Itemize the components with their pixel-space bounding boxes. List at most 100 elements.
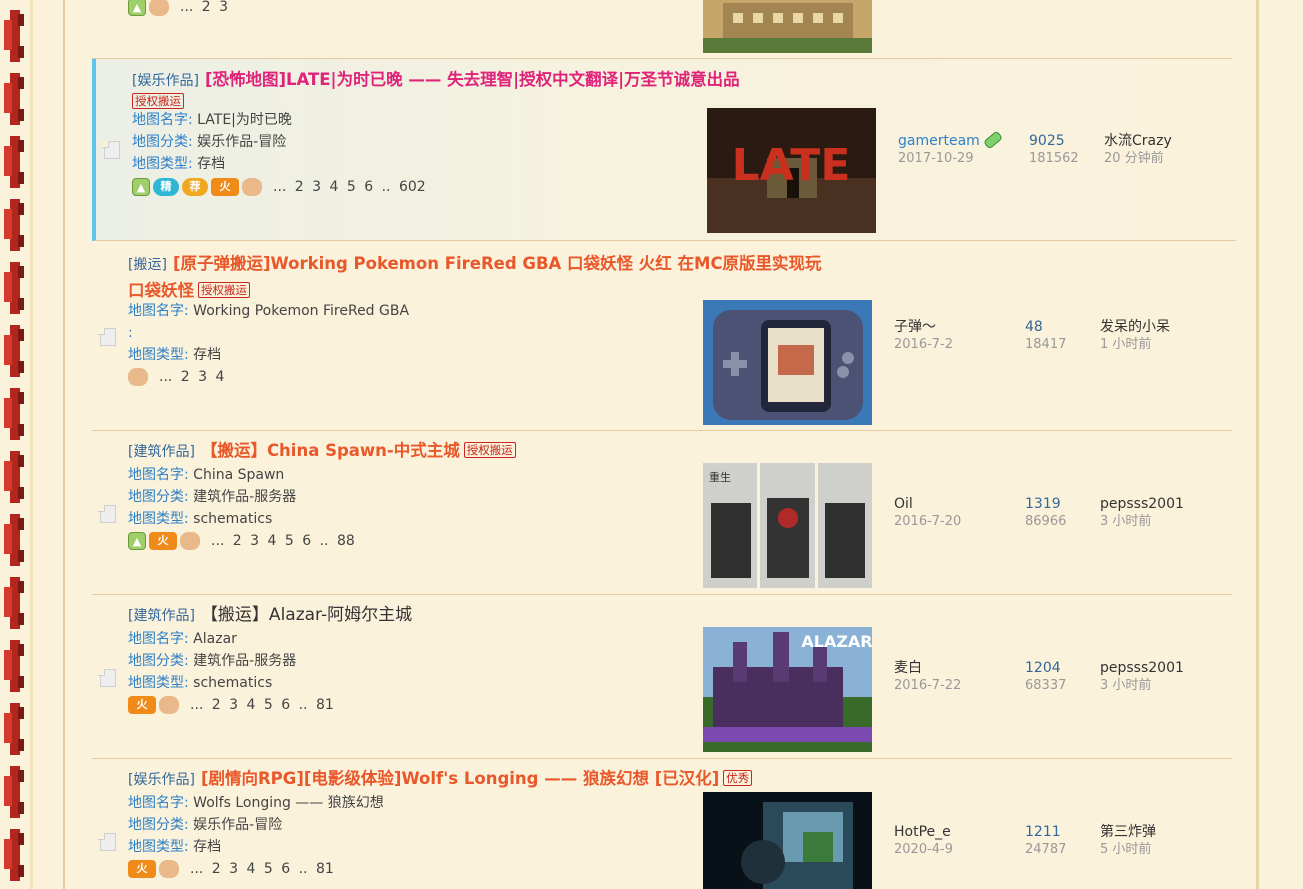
last-reply-time[interactable]: 20 分钟前 bbox=[1104, 150, 1172, 167]
thread-title-link[interactable]: [原子弹搬运]Working Pokemon FireRed GBA 口袋妖怪 … bbox=[173, 254, 822, 273]
thread-title-link[interactable]: 【搬运】China Spawn-中式主城 bbox=[201, 441, 460, 460]
decorative-band bbox=[4, 703, 24, 755]
field-key: 地图类型 bbox=[128, 347, 184, 363]
thread-title-line: [搬运] [原子弹搬运]Working Pokemon FireRed GBA 口… bbox=[128, 251, 858, 305]
decorative-band bbox=[4, 829, 24, 881]
thread-thumbnail[interactable]: LATE bbox=[707, 108, 876, 233]
last-reply-user[interactable]: 水流Crazy bbox=[1104, 133, 1172, 150]
author-link[interactable]: 麦白 bbox=[894, 660, 961, 677]
reply-count[interactable]: 1204 bbox=[1025, 660, 1066, 677]
view-count: 181562 bbox=[1029, 151, 1079, 166]
thread-meta: 地图名字: Working Pokemon FireRed GBA : 地图类型… bbox=[128, 303, 410, 363]
thread-title-link[interactable]: 口袋妖怪 bbox=[128, 281, 194, 300]
author-link[interactable]: gamerteam bbox=[898, 133, 980, 149]
decorative-band bbox=[4, 199, 24, 251]
view-count: 68337 bbox=[1025, 678, 1067, 693]
field-key: 地图类型 bbox=[128, 675, 184, 691]
thread-category-link[interactable]: [搬运] bbox=[128, 257, 167, 273]
decorative-band bbox=[4, 10, 24, 62]
decorative-band bbox=[4, 262, 24, 314]
field-value: 娱乐作品-冒险 bbox=[197, 134, 287, 150]
last-reply-user[interactable]: 发呆的小呆 bbox=[1100, 319, 1170, 336]
author-link[interactable]: Oil bbox=[894, 496, 961, 513]
post-date: 2016-7-2 bbox=[894, 337, 954, 352]
field-value: Wolfs Longing —— 狼族幻想 bbox=[193, 795, 384, 811]
thread-stats: 48 18417 bbox=[1025, 319, 1066, 353]
last-reply-user[interactable]: 第三炸弹 bbox=[1100, 824, 1156, 841]
decorative-band bbox=[4, 766, 24, 818]
thread-author: 麦白 2016-7-22 bbox=[894, 660, 961, 694]
thread-thumbnail[interactable]: ALAZAR bbox=[703, 627, 872, 752]
decorative-band bbox=[4, 451, 24, 503]
field-value: 存档 bbox=[193, 347, 222, 363]
decorative-band bbox=[4, 136, 24, 188]
field-key: 地图名字 bbox=[128, 303, 184, 319]
last-reply-time[interactable]: 5 小时前 bbox=[1100, 841, 1156, 858]
field-value: Working Pokemon FireRed GBA bbox=[193, 303, 410, 319]
thread-thumbnail[interactable] bbox=[703, 0, 872, 53]
last-reply-time[interactable]: 3 小时前 bbox=[1100, 513, 1184, 530]
author-link[interactable]: 子弹～ bbox=[894, 319, 953, 336]
thumb-up-icon bbox=[159, 860, 179, 878]
thread-author: HotPe_e 2020-4-9 bbox=[894, 824, 953, 858]
thread-category-link[interactable]: [建筑作品] bbox=[128, 444, 195, 460]
thread-meta: 地图名字: China Spawn 地图分类: 建筑作品-服务器 地图类型: s… bbox=[128, 467, 297, 527]
reply-count[interactable]: 1319 bbox=[1025, 496, 1066, 513]
thread-stats: 9025 181562 bbox=[1029, 133, 1079, 167]
thread-title-link[interactable]: 【搬运】Alazar-阿姆尔主城 bbox=[201, 605, 412, 625]
field-value: LATE|为时已晚 bbox=[197, 112, 292, 128]
decorative-band bbox=[4, 640, 24, 692]
page-links[interactable]: ... 2 3 4 5 6 .. 81 bbox=[190, 697, 334, 713]
authorized-repost-stamp: 授权搬运 bbox=[132, 93, 184, 109]
reply-count[interactable]: 9025 bbox=[1029, 133, 1079, 150]
last-reply-user[interactable]: pepsss2001 bbox=[1100, 496, 1184, 513]
thumb-up-icon bbox=[128, 368, 148, 386]
thread-thumbnail[interactable] bbox=[703, 792, 872, 889]
page-links[interactable]: ... 2 3 4 5 6 .. 88 bbox=[211, 533, 355, 549]
thread-title-link[interactable]: [剧情向RPG][电影级体验]Wolf's Longing —— 狼族幻想 [已… bbox=[201, 769, 719, 788]
page-links[interactable]: ... 2 3 bbox=[180, 0, 228, 15]
author-link[interactable]: HotPe_e bbox=[894, 824, 953, 841]
border-line bbox=[63, 0, 65, 889]
reply-count[interactable]: 48 bbox=[1025, 319, 1066, 336]
thread-folder-icon bbox=[98, 669, 118, 687]
post-date: 2017-10-29 bbox=[898, 151, 974, 166]
thread-category-link[interactable]: [娱乐作品] bbox=[132, 73, 199, 89]
border-line bbox=[1256, 0, 1259, 889]
image-attachment-icon: ▲ bbox=[132, 178, 150, 196]
thread-category-link[interactable]: [娱乐作品] bbox=[128, 772, 195, 788]
thread-thumbnail[interactable]: 重生 bbox=[703, 463, 872, 588]
last-reply-user[interactable]: pepsss2001 bbox=[1100, 660, 1184, 677]
page-links[interactable]: ... 2 3 4 5 6 .. 602 bbox=[273, 179, 426, 195]
last-reply: pepsss2001 3 小时前 bbox=[1100, 496, 1184, 530]
thread-folder-icon bbox=[98, 833, 118, 851]
hot-badge-icon: 火 bbox=[128, 696, 156, 714]
thread-author: 子弹～ 2016-7-2 bbox=[894, 319, 953, 353]
thread-icons: ▲ ... 2 3 bbox=[128, 0, 228, 18]
alazar-logo: ALAZAR bbox=[801, 632, 872, 651]
thread-category-link[interactable]: [建筑作品] bbox=[128, 608, 195, 624]
last-reply-time[interactable]: 3 小时前 bbox=[1100, 677, 1184, 694]
thread-author: Oil 2016-7-20 bbox=[894, 496, 961, 530]
chinese-vertical-text: 重生 bbox=[709, 470, 731, 484]
page-links[interactable]: ... 2 3 4 5 6 .. 81 bbox=[190, 861, 334, 877]
last-reply-time[interactable]: 1 小时前 bbox=[1100, 336, 1170, 353]
reply-count[interactable]: 1211 bbox=[1025, 824, 1066, 841]
hot-badge-icon: 火 bbox=[211, 178, 239, 196]
thread-folder-icon bbox=[102, 141, 122, 159]
decorative-band bbox=[4, 325, 24, 377]
field-value: 娱乐作品-冒险 bbox=[193, 817, 283, 833]
thread-title-link[interactable]: [恐怖地图]LATE|为时已晚 —— 失去理智|授权中文翻译|万圣节诚意出品 bbox=[205, 70, 740, 89]
thread-meta: 地图名字: Alazar 地图分类: 建筑作品-服务器 地图类型: schema… bbox=[128, 631, 297, 691]
field-value: Alazar bbox=[193, 631, 237, 647]
thread-icons: ▲ 精 荐 火 ... 2 3 4 5 6 .. 602 bbox=[132, 176, 426, 198]
last-reply: 水流Crazy 20 分钟前 bbox=[1104, 133, 1172, 167]
thread-row: [搬运] [原子弹搬运]Working Pokemon FireRed GBA 口… bbox=[92, 241, 1232, 431]
thread-folder-icon bbox=[98, 505, 118, 523]
field-value: 建筑作品-服务器 bbox=[193, 489, 297, 505]
thread-row: [娱乐作品] [剧情向RPG][电影级体验]Wolf's Longing —— 狼… bbox=[92, 759, 1232, 889]
thread-thumbnail[interactable] bbox=[703, 300, 872, 425]
page-links[interactable]: ... 2 3 4 bbox=[159, 369, 224, 385]
post-date: 2020-4-9 bbox=[894, 842, 954, 857]
thread-author: gamerteam 2017-10-29 bbox=[898, 130, 1004, 167]
